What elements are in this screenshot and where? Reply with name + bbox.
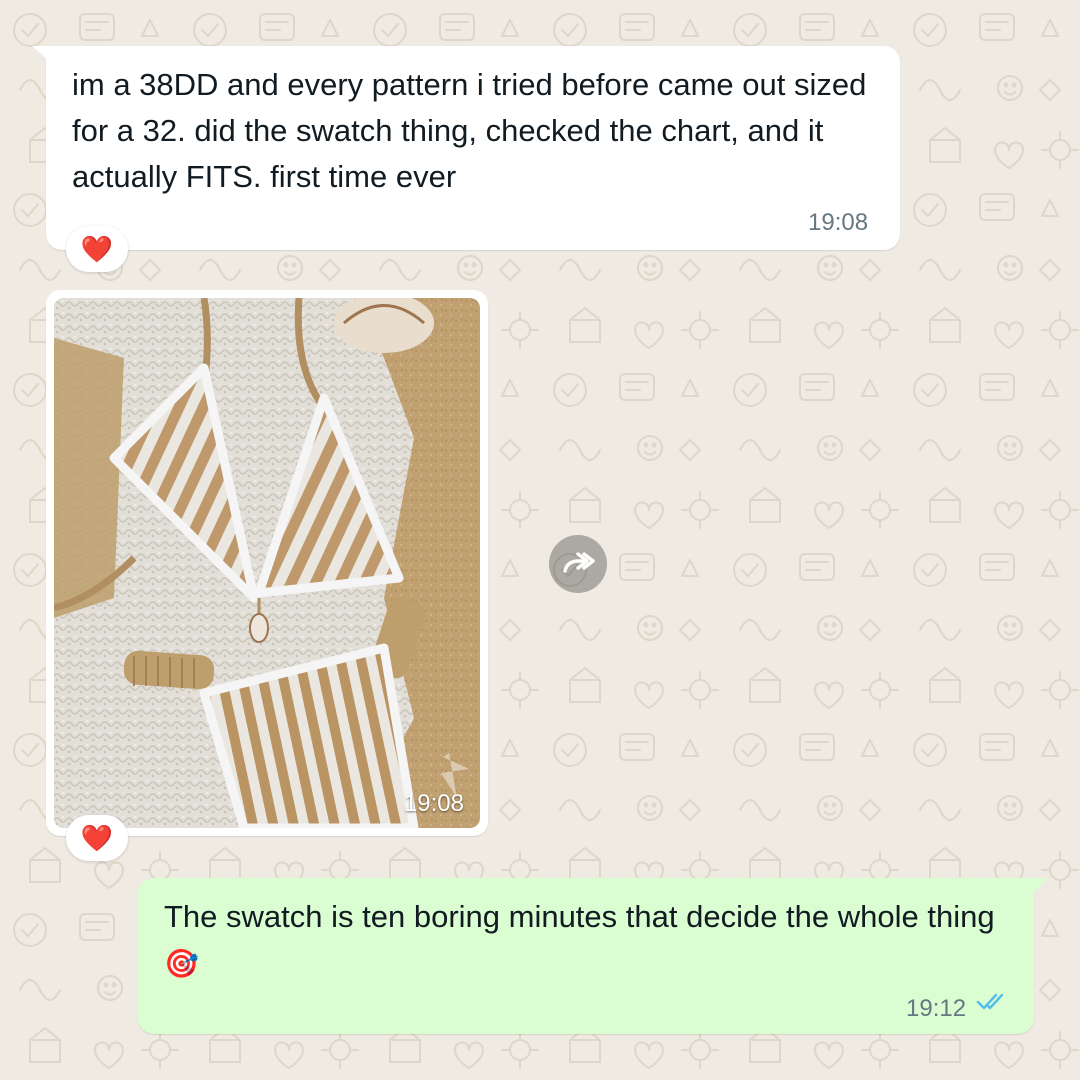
bubble-tail — [1032, 878, 1048, 894]
crochet-bikini-photo[interactable] — [54, 298, 480, 828]
reaction-heart[interactable]: ❤️ — [66, 815, 128, 861]
heart-icon: ❤️ — [80, 234, 114, 264]
message-text: The swatch is ten boring minutes that de… — [164, 894, 1004, 987]
forward-button[interactable] — [549, 535, 607, 593]
forward-icon — [563, 552, 595, 573]
incoming-image-bubble[interactable]: 19:08 — [46, 290, 488, 836]
heart-icon: ❤️ — [80, 823, 114, 853]
chat-area: im a 38DD and every pattern i tried befo… — [0, 0, 1080, 1080]
image-timestamp: 19:08 — [403, 790, 464, 817]
bubble-tail — [32, 46, 50, 62]
message-timestamp: 19:12 — [906, 995, 967, 1022]
message-text: im a 38DD and every pattern i tried befo… — [72, 67, 867, 194]
double-check-read-icon — [976, 993, 1004, 1010]
message-text-body: The swatch is ten boring minutes that de… — [164, 899, 995, 934]
target-emoji: 🎯 — [164, 948, 199, 979]
message-timestamp: 19:08 — [808, 209, 869, 236]
photo-illustration — [54, 298, 480, 828]
reaction-heart[interactable]: ❤️ — [66, 226, 128, 272]
